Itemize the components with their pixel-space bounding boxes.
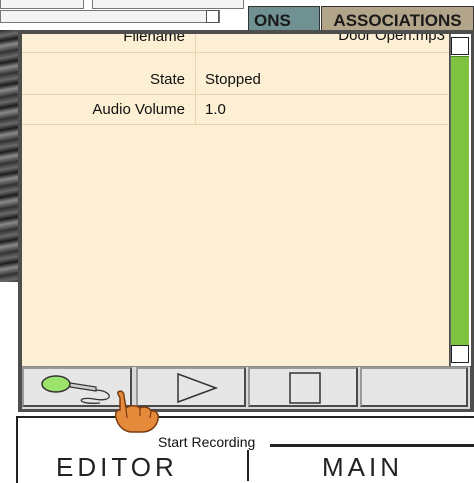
hand-cursor-icon (114, 390, 159, 433)
scroll-up-button[interactable] (451, 37, 469, 55)
row-divider (195, 34, 196, 63)
nav-divider-line (270, 444, 474, 447)
property-value[interactable]: Door Open.mp3 (338, 34, 445, 50)
tooltip-start-recording: Start Recording (156, 434, 258, 450)
nav-editor[interactable]: EDITOR (56, 452, 178, 483)
row-divider (195, 65, 196, 94)
background-scrollbar-track (0, 10, 220, 23)
property-row-filename: Filename Door Open.mp3 (22, 34, 449, 63)
nav-main[interactable]: MAIN (322, 452, 403, 483)
row-divider (195, 95, 196, 124)
audio-toolbar (22, 366, 470, 409)
property-label: Filename (123, 34, 185, 45)
scroll-down-button[interactable] (451, 345, 469, 363)
toolbar-empty-slot (360, 367, 468, 407)
scrollbar-thumb[interactable] (451, 56, 469, 346)
property-label: State (149, 71, 185, 88)
property-label: Audio Volume (92, 101, 185, 118)
property-row-state: State Stopped (22, 65, 449, 95)
background-window-strip (0, 0, 250, 30)
stop-icon (289, 372, 321, 404)
property-row-audio-volume: Audio Volume 1.0 (22, 95, 449, 125)
property-value[interactable]: 1.0 (205, 95, 226, 124)
stop-button[interactable] (248, 367, 358, 407)
properties-panel: Filename Door Open.mp3 State Stopped Aud… (22, 34, 449, 366)
background-button (92, 0, 244, 9)
nav-separator (247, 447, 249, 481)
background-scrollbar-thumb (206, 10, 219, 23)
background-image-strip (0, 30, 18, 282)
background-button (0, 0, 84, 9)
property-value[interactable]: Stopped (205, 65, 261, 94)
